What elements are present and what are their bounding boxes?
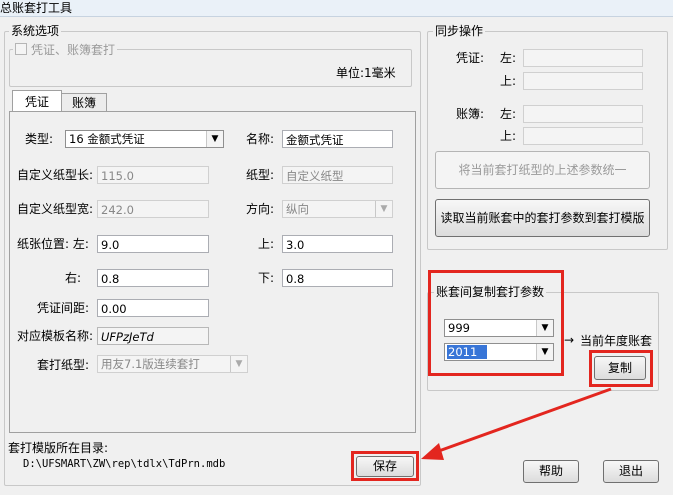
annotation-arrow [421, 387, 612, 460]
annotation-arrowhead-icon [421, 443, 444, 460]
annotation-arrow-line [435, 387, 612, 454]
